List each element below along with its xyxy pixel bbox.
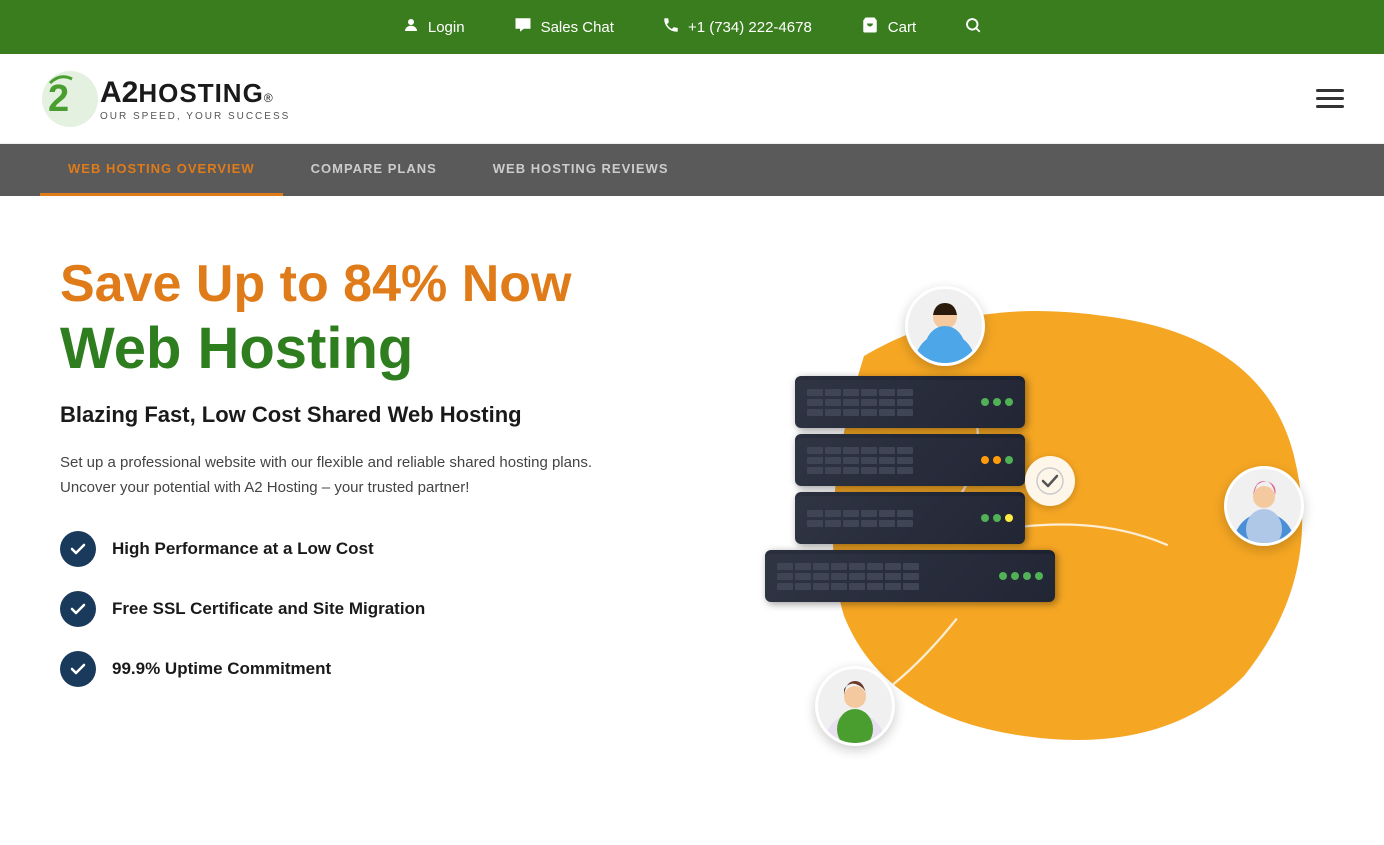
- search-link[interactable]: [964, 16, 982, 39]
- chat-icon: [513, 16, 533, 39]
- logo-text: A2 HOSTING ® OUR SPEED, YOUR SUCCESS: [100, 76, 290, 122]
- hero-content: Save Up to 84% Now Web Hosting Blazing F…: [60, 246, 755, 687]
- phone-link[interactable]: +1 (734) 222-4678: [662, 16, 812, 39]
- logo-registered: ®: [264, 92, 273, 105]
- user-icon: [402, 16, 420, 39]
- logo-hosting-text: HOSTING: [138, 79, 263, 108]
- hero-subtitle: Blazing Fast, Low Cost Shared Web Hostin…: [60, 401, 755, 430]
- svg-text:2: 2: [48, 78, 69, 120]
- logo-tagline: OUR SPEED, YOUR SUCCESS: [100, 111, 290, 122]
- check-badge: [1025, 456, 1075, 506]
- glow-circle: [1224, 326, 1244, 346]
- sales-chat-link[interactable]: Sales Chat: [513, 16, 614, 39]
- logo-icon: 2: [40, 69, 100, 129]
- check-icon-1: [60, 531, 96, 567]
- feature-list: High Performance at a Low Cost Free SSL …: [60, 531, 755, 687]
- nav-web-hosting-overview[interactable]: WEB HOSTING OVERVIEW: [40, 144, 283, 196]
- feature-item-2: Free SSL Certificate and Site Migration: [60, 591, 755, 627]
- nav-web-hosting-reviews[interactable]: WEB HOSTING REVIEWS: [465, 144, 697, 196]
- search-icon: [964, 16, 982, 39]
- server-stack: [795, 376, 1055, 602]
- header: 2 A2 HOSTING ® OUR SPEED, YOUR SUCCESS: [0, 54, 1384, 144]
- avatar-woman-green: [815, 666, 895, 746]
- sub-nav: WEB HOSTING OVERVIEW COMPARE PLANS WEB H…: [0, 144, 1384, 196]
- phone-icon: [662, 16, 680, 39]
- server-unit-4: [765, 550, 1055, 602]
- feature-text-2: Free SSL Certificate and Site Migration: [112, 599, 425, 619]
- hero-illustration: [755, 246, 1324, 826]
- hero-description: Set up a professional website with our f…: [60, 450, 620, 501]
- feature-item-1: High Performance at a Low Cost: [60, 531, 755, 567]
- server-unit-1: [795, 376, 1025, 428]
- avatar-man: [905, 286, 985, 366]
- server-unit-3: [795, 492, 1025, 544]
- check-icon-2: [60, 591, 96, 627]
- phone-label: +1 (734) 222-4678: [688, 19, 812, 36]
- login-label: Login: [428, 19, 465, 36]
- feature-text-3: 99.9% Uptime Commitment: [112, 659, 331, 679]
- check-icon-3: [60, 651, 96, 687]
- chat-label: Sales Chat: [541, 19, 614, 36]
- hero-title-product: Web Hosting: [60, 317, 755, 381]
- nav-compare-plans[interactable]: COMPARE PLANS: [283, 144, 465, 196]
- hero-title-savings: Save Up to 84% Now: [60, 256, 755, 313]
- cart-link[interactable]: Cart: [860, 16, 916, 39]
- avatar-woman-pink: [1224, 466, 1304, 546]
- cart-label: Cart: [888, 19, 916, 36]
- feature-text-1: High Performance at a Low Cost: [112, 539, 374, 559]
- cart-icon: [860, 16, 880, 39]
- feature-item-3: 99.9% Uptime Commitment: [60, 651, 755, 687]
- hero-section: Save Up to 84% Now Web Hosting Blazing F…: [0, 196, 1384, 826]
- top-bar: Login Sales Chat +1 (734) 222-4678 Cart: [0, 0, 1384, 54]
- logo[interactable]: 2 A2 HOSTING ® OUR SPEED, YOUR SUCCESS: [40, 69, 290, 129]
- logo-a2: A2: [100, 76, 138, 109]
- hamburger-menu[interactable]: [1316, 89, 1344, 108]
- server-unit-2: [795, 434, 1025, 486]
- login-link[interactable]: Login: [402, 16, 465, 39]
